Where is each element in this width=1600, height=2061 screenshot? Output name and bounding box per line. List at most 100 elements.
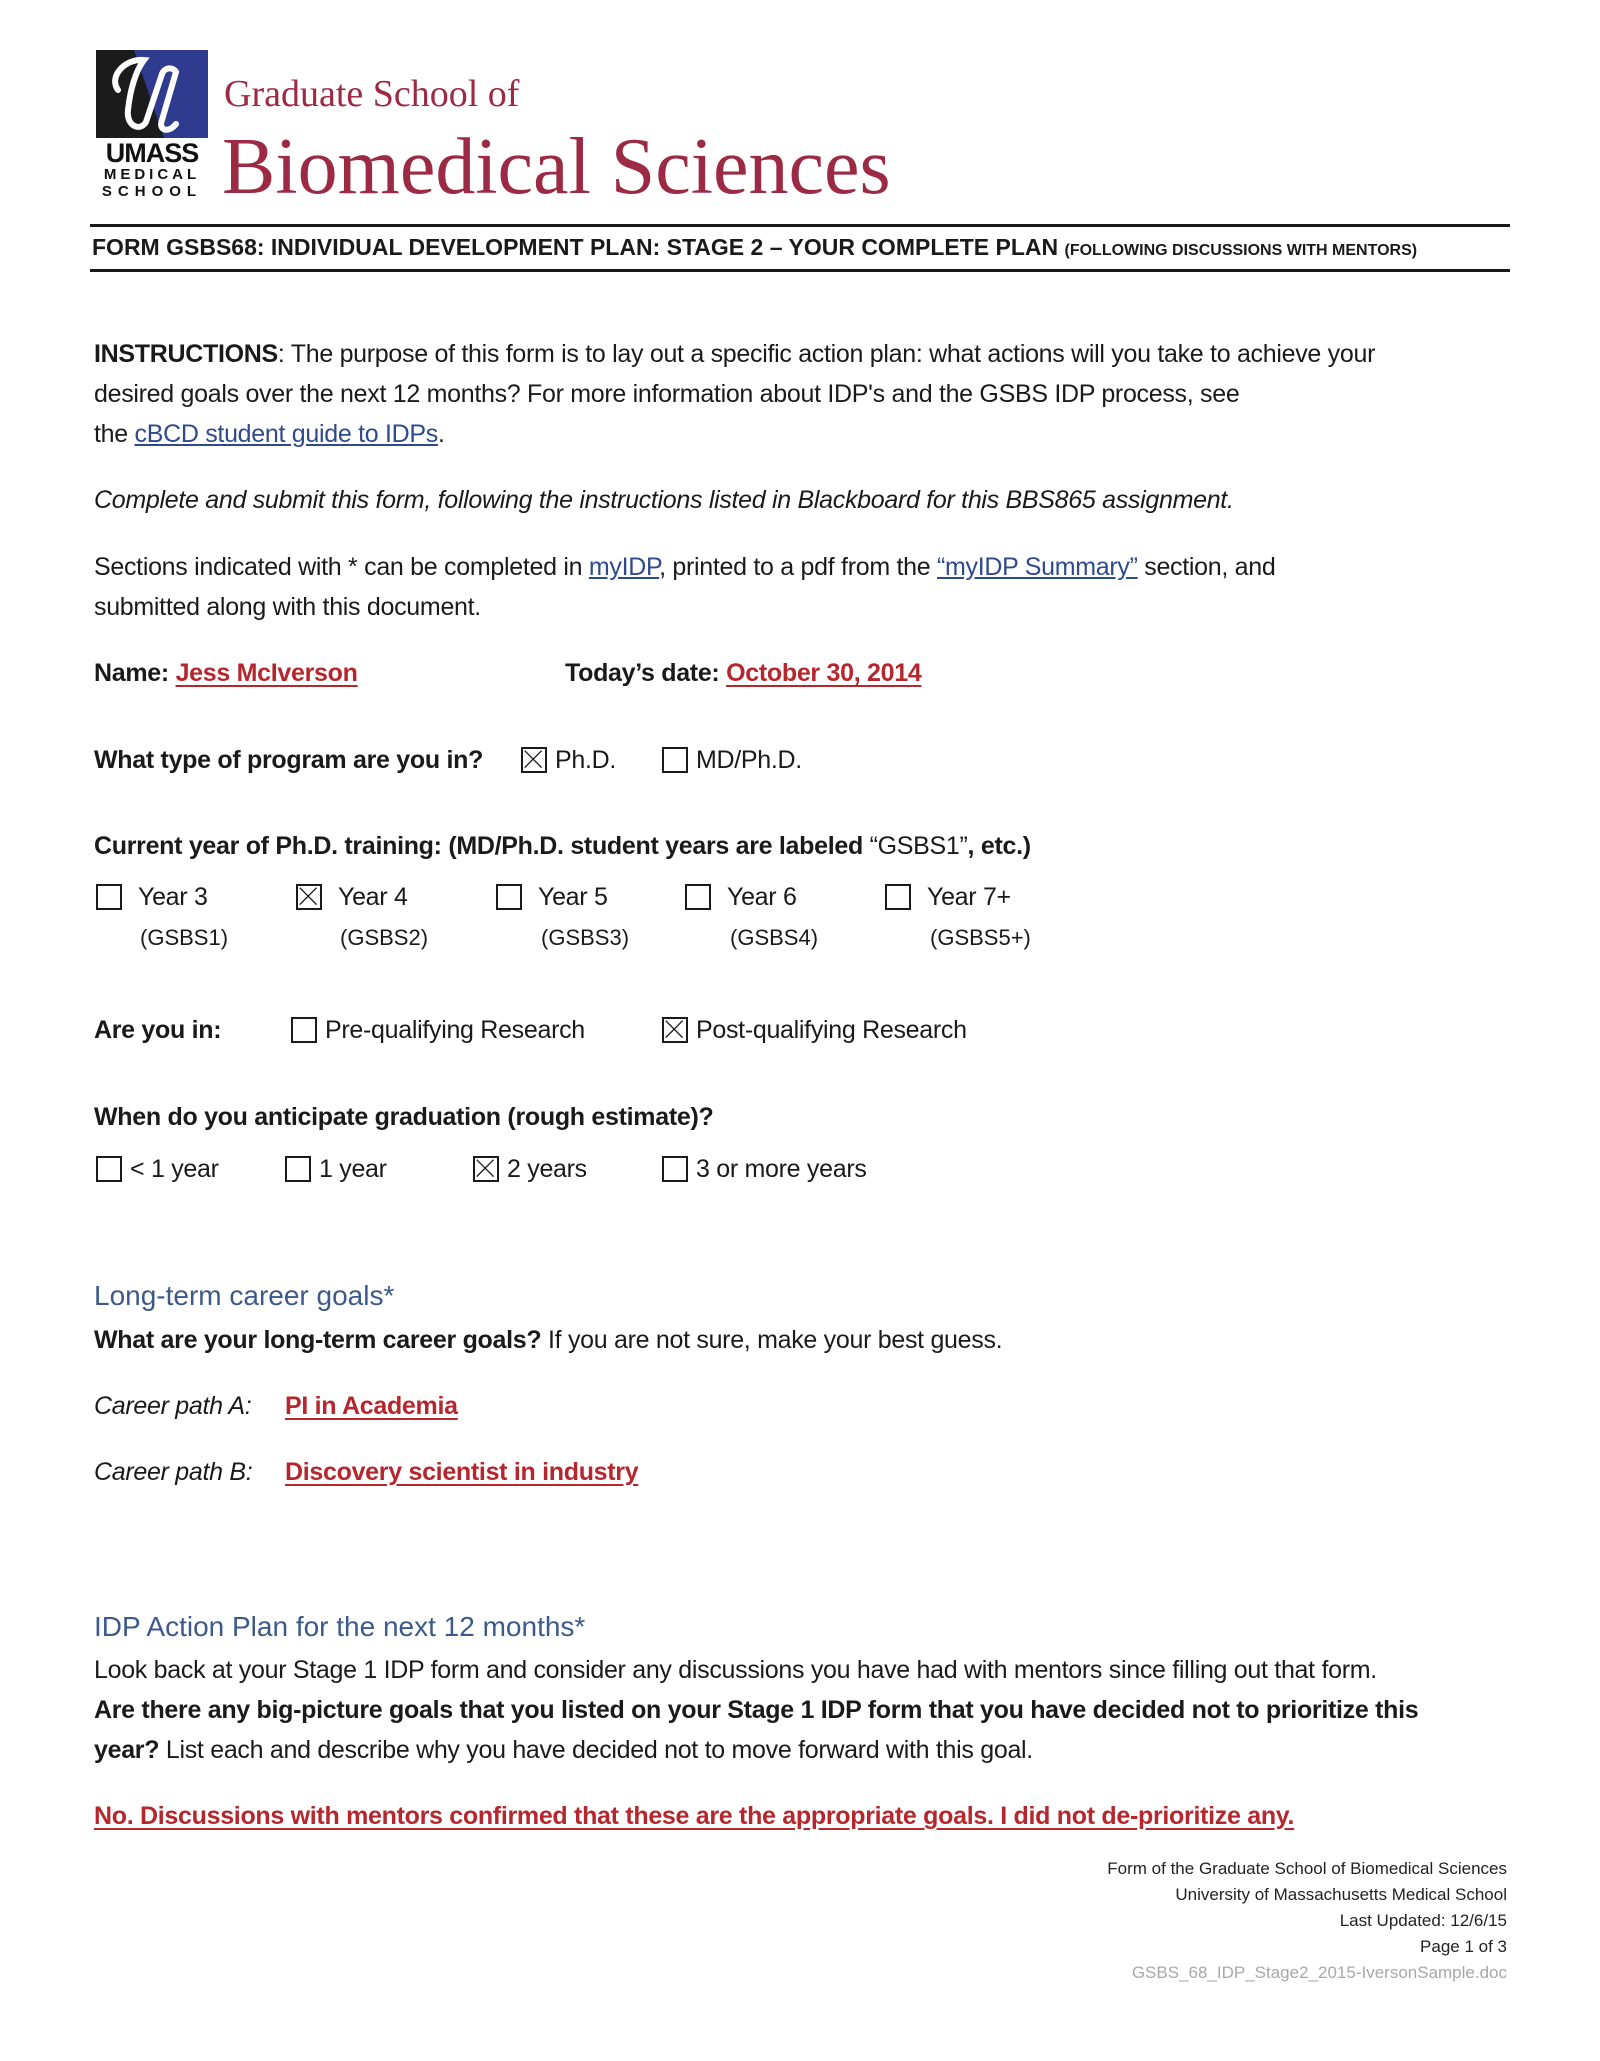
year-sub-gsbs5plus: (GSBS5+) <box>930 925 1031 950</box>
career-path-b-label: Career path B: <box>94 1458 253 1486</box>
instructions-text: : The purpose of this form is to lay out… <box>277 340 1376 368</box>
graduation-option-3plus[interactable]: 3 or more years <box>662 1154 867 1184</box>
checkbox-checked-icon[interactable] <box>662 1017 688 1043</box>
checkbox-unchecked-icon[interactable] <box>662 1156 688 1182</box>
year-option-label: Year 7+ <box>927 883 1011 911</box>
action-plan-line2: Are there any big-picture goals that you… <box>94 1696 1419 1724</box>
myidp-summary-link[interactable]: “myIDP Summary” <box>937 553 1138 581</box>
checkbox-unchecked-icon[interactable] <box>96 884 122 910</box>
footer-line3: Last Updated: 12/6/15 <box>1339 1911 1507 1930</box>
checkbox-checked-icon[interactable] <box>521 747 547 773</box>
year-option-label: Year 6 <box>727 883 797 911</box>
program-option-mdphd[interactable]: MD/Ph.D. <box>662 745 802 775</box>
year-option-label: Year 3 <box>138 883 208 911</box>
career-goals-question: What are your long-term career goals? If… <box>94 1325 1003 1355</box>
current-year-question: Current year of Ph.D. training: (MD/Ph.D… <box>94 831 1031 861</box>
name-field: Name: Jess McIverson <box>94 658 358 688</box>
sections-prefix: Sections indicated with * can be complet… <box>94 553 589 581</box>
career-question-bold: What are your long-term career goals? <box>94 1326 542 1354</box>
year-sub-gsbs1: (GSBS1) <box>140 925 229 950</box>
checkbox-checked-icon[interactable] <box>296 884 322 910</box>
logo-umass-text: UMASS <box>105 138 200 168</box>
footer-page-number: Page 1 of 3 <box>1420 1937 1507 1956</box>
myidp-link[interactable]: myIDP <box>589 553 660 581</box>
checkbox-unchecked-icon[interactable] <box>662 747 688 773</box>
umass-u-logo-icon <box>96 50 208 138</box>
program-option-phd[interactable]: Ph.D. <box>521 745 616 775</box>
year-option-4[interactable]: Year 4 <box>296 882 408 912</box>
graduation-option-2[interactable]: 2 years <box>473 1154 587 1184</box>
cbcd-guide-link[interactable]: cBCD student guide to IDPs <box>135 420 439 448</box>
footer-line1: Form of the Graduate School of Biomedica… <box>1107 1859 1507 1878</box>
graduation-option-1[interactable]: 1 year <box>285 1154 387 1184</box>
umass-logo: UMASS MEDICAL SCHOOL <box>96 50 208 200</box>
name-label: Name: <box>94 659 176 687</box>
research-option-label: Pre-qualifying Research <box>325 1016 585 1044</box>
action-plan-answer[interactable]: No. Discussions with mentors confirmed t… <box>94 1801 1294 1831</box>
year-option-7plus[interactable]: Year 7+ <box>885 882 1011 912</box>
program-option-label: Ph.D. <box>555 746 617 774</box>
year-option-label: Year 5 <box>538 883 608 911</box>
name-value[interactable]: Jess McIverson <box>176 659 358 687</box>
graduation-option-label: 3 or more years <box>696 1155 867 1183</box>
research-option-label: Post-qualifying Research <box>696 1016 967 1044</box>
brand-line2: Biomedical Sciences <box>222 123 891 211</box>
current-year-question-quote: “GSBS1” <box>869 832 968 860</box>
footer: Form of the Graduate School of Biomedica… <box>1107 1856 1507 1986</box>
career-path-a-label: Career path A: <box>94 1392 252 1420</box>
header-rule-top <box>90 224 1510 227</box>
action-plan-heading: IDP Action Plan for the next 12 months* <box>94 1611 586 1642</box>
sections-note-line1: Sections indicated with * can be complet… <box>94 552 1276 582</box>
instructions-prefix: the <box>94 420 135 448</box>
footer-filename: GSBS_68_IDP_Stage2_2015-IversonSample.do… <box>1131 1963 1507 1982</box>
action-plan-answer-text[interactable]: No. Discussions with mentors confirmed t… <box>94 1802 1294 1830</box>
form-title-main: FORM GSBS68: INDIVIDUAL DEVELOPMENT PLAN… <box>92 234 1059 260</box>
program-option-label: MD/Ph.D. <box>696 746 802 774</box>
checkbox-unchecked-icon[interactable] <box>285 1156 311 1182</box>
graduation-option-lt1[interactable]: < 1 year <box>96 1154 219 1184</box>
current-year-question-bold: Current year of Ph.D. training: (MD/Ph.D… <box>94 832 870 860</box>
graduation-option-label: 1 year <box>319 1155 387 1183</box>
checkbox-unchecked-icon[interactable] <box>496 884 522 910</box>
logo-school-text: SCHOOL <box>101 183 203 200</box>
action-plan-line3-bold: year? <box>94 1736 160 1764</box>
graduation-question: When do you anticipate graduation (rough… <box>94 1103 714 1131</box>
instructions-line1: INSTRUCTIONS: The purpose of this form i… <box>94 339 1375 369</box>
research-phase-question: Are you in: <box>94 1016 222 1044</box>
sections-middle: , printed to a pdf from the <box>659 553 937 581</box>
checkbox-unchecked-icon[interactable] <box>885 884 911 910</box>
date-label: Today’s date: <box>565 659 727 687</box>
instructions-label: INSTRUCTIONS <box>94 340 278 368</box>
career-question-normal: If you are not sure, make your best gues… <box>541 1326 1003 1354</box>
career-path-a-value[interactable]: PI in Academia <box>285 1391 458 1421</box>
submit-note: Complete and submit this form, following… <box>94 486 1234 514</box>
year-sub-gsbs2: (GSBS2) <box>340 925 429 950</box>
date-field: Today’s date: October 30, 2014 <box>565 658 922 688</box>
year-option-3[interactable]: Year 3 <box>96 882 208 912</box>
research-option-post[interactable]: Post-qualifying Research <box>662 1015 967 1045</box>
research-option-pre[interactable]: Pre-qualifying Research <box>291 1015 585 1045</box>
year-option-5[interactable]: Year 5 <box>496 882 608 912</box>
logo-medical-text: MEDICAL <box>103 166 201 183</box>
graduation-option-label: 2 years <box>507 1155 587 1183</box>
instructions-line2: desired goals over the next 12 months? F… <box>94 380 1240 408</box>
date-value[interactable]: October 30, 2014 <box>726 659 922 687</box>
action-plan-line3-normal: List each and describe why you have deci… <box>159 1736 1033 1764</box>
year-sub-gsbs3: (GSBS3) <box>541 925 630 950</box>
footer-line2: University of Massachusetts Medical Scho… <box>1175 1885 1507 1904</box>
checkbox-unchecked-icon[interactable] <box>96 1156 122 1182</box>
career-path-a-text[interactable]: PI in Academia <box>285 1392 458 1420</box>
year-option-label: Year 4 <box>338 883 408 911</box>
checkbox-checked-icon[interactable] <box>473 1156 499 1182</box>
brand-line1: Graduate School of <box>224 73 520 115</box>
program-question: What type of program are you in? <box>94 746 484 774</box>
checkbox-unchecked-icon[interactable] <box>685 884 711 910</box>
career-path-b-text[interactable]: Discovery scientist in industry <box>285 1458 639 1486</box>
career-goals-heading: Long-term career goals* <box>94 1280 395 1311</box>
checkbox-unchecked-icon[interactable] <box>291 1017 317 1043</box>
form-title-sub: (FOLLOWING DISCUSSIONS WITH MENTORS) <box>1064 242 1418 259</box>
year-option-6[interactable]: Year 6 <box>685 882 797 912</box>
graduation-option-label: < 1 year <box>130 1155 219 1183</box>
career-path-b-value[interactable]: Discovery scientist in industry <box>285 1457 639 1487</box>
instructions-suffix: . <box>437 420 445 448</box>
